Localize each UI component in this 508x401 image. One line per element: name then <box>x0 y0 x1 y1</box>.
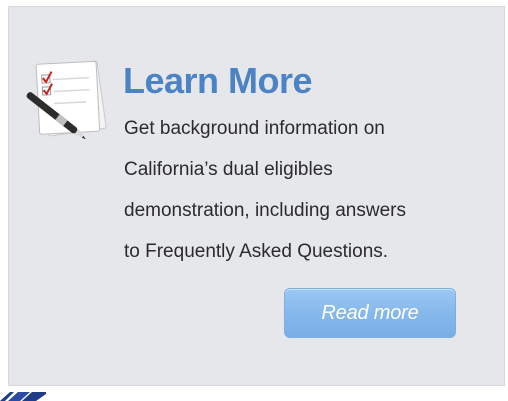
partial-logo-icon <box>0 392 46 401</box>
learn-more-title: Learn More <box>123 60 313 101</box>
read-more-button[interactable]: Read more <box>284 288 456 338</box>
notepad-checklist-icon <box>26 60 107 140</box>
learn-more-description: Get background information on California… <box>124 118 406 262</box>
read-more-label: Read more <box>321 301 419 324</box>
page: Learn More Get background information on… <box>0 0 508 401</box>
